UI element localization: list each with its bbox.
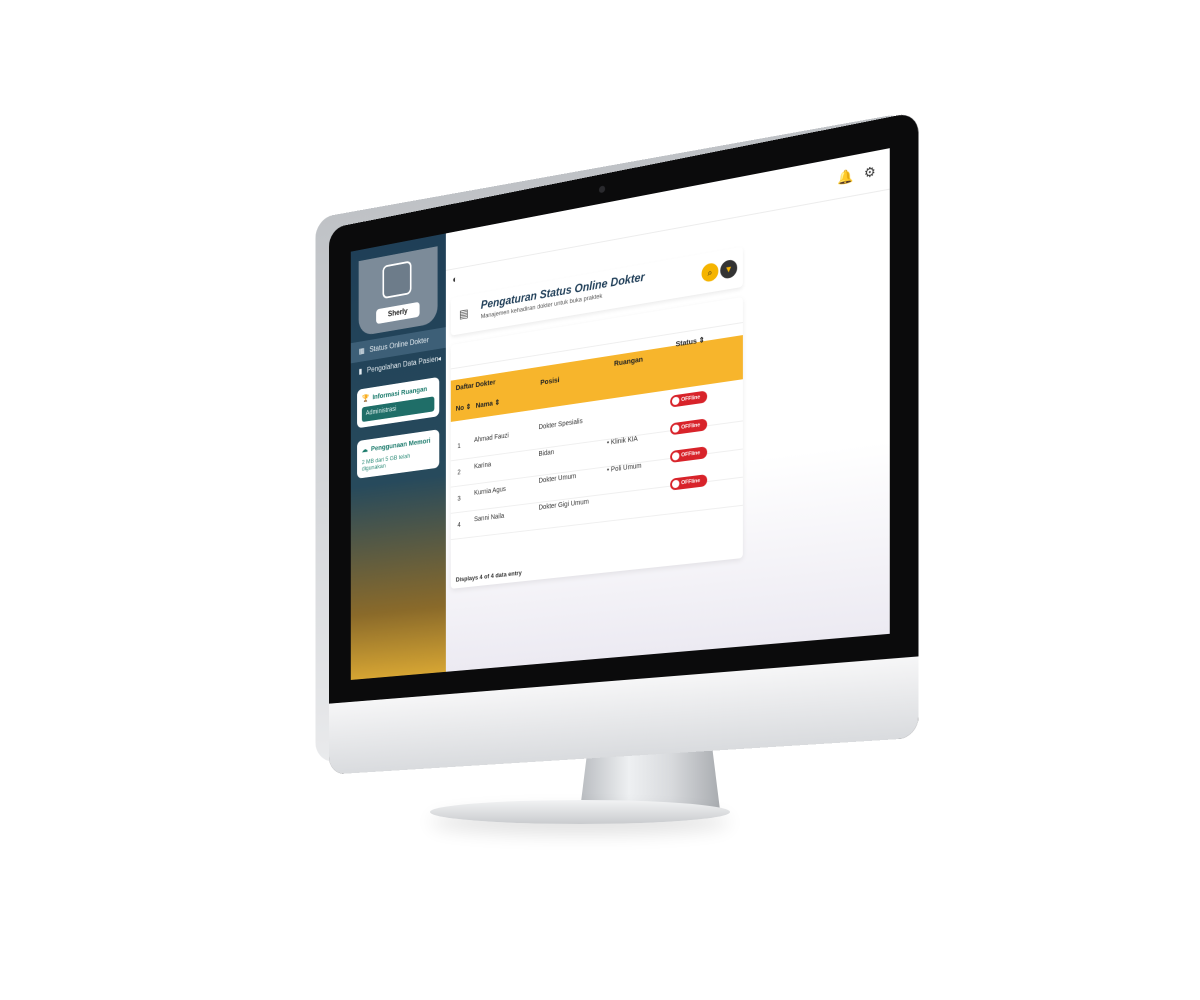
column-header-no[interactable]: No ⇕ <box>456 402 471 413</box>
monitor: 🔔 ⚙ Sherly ▦ Status Online Dokter ▮ Pengol… <box>328 111 919 775</box>
cell-nama: Sanni Naila <box>474 512 505 524</box>
bell-icon[interactable]: 🔔 <box>838 167 854 186</box>
toggle-sidebar-icon[interactable]: ◐ <box>452 274 457 285</box>
filter-button[interactable]: ▼ <box>720 258 738 280</box>
cell-nama: Karina <box>474 461 492 471</box>
search-icon: ⌕ <box>707 267 713 278</box>
memory-usage-text: 2 MB dari 5 GB telah digunakan <box>361 452 411 473</box>
camera-dot <box>598 185 606 194</box>
cell-no: 3 <box>457 495 461 503</box>
doctor-table-card: Daftar Dokter No ⇕ Nama ⇕ Posisi Ruangan… <box>450 296 743 589</box>
cloud-icon: ☁ <box>361 445 368 455</box>
profile-name: Sherly <box>376 301 420 325</box>
chevron-left-icon[interactable]: ◂ <box>438 349 441 370</box>
cell-posisi: Bidan <box>538 449 555 458</box>
cell-posisi: Dokter Spesialis <box>538 418 583 432</box>
monitor-stand-base <box>430 800 730 824</box>
profile-card: Sherly <box>358 246 438 337</box>
settings-icon[interactable]: ⚙ <box>864 163 876 182</box>
main-content: ◐ ▤ Pengaturan Status Online Dokter Mana… <box>446 190 890 672</box>
column-header-ruangan: Ruangan <box>614 354 643 368</box>
filter-icon: ▼ <box>724 263 733 275</box>
file-icon: ▮ <box>358 366 363 376</box>
cell-no: 2 <box>457 469 461 477</box>
search-button[interactable]: ⌕ <box>701 261 719 283</box>
sidebar: Sherly ▦ Status Online Dokter ▮ Pengolahan… <box>350 233 446 680</box>
id-card-icon: ▤ <box>459 306 469 322</box>
column-header-status[interactable]: Status ⇕ <box>676 335 705 348</box>
cell-posisi: Dokter Umum <box>538 473 577 485</box>
column-header-nama[interactable]: Nama ⇕ <box>476 398 500 410</box>
cell-nama: Ahmad Fauzi <box>474 432 509 444</box>
cell-no: 1 <box>457 443 461 451</box>
memory-usage-card: ☁ Penggunaan Memori 2 MB dari 5 GB telah … <box>357 429 440 479</box>
cell-no: 4 <box>457 522 461 529</box>
trophy-icon: 🏆 <box>361 393 370 403</box>
table-footer-info: Displays 4 of 4 data entry <box>455 569 522 584</box>
avatar[interactable] <box>382 260 412 300</box>
cell-nama: Kurnia Agus <box>474 486 506 497</box>
grid-icon: ▦ <box>358 346 365 356</box>
status-toggle[interactable]: OFFline <box>670 390 708 408</box>
column-header-posisi: Posisi <box>540 375 560 387</box>
table-title: Daftar Dokter <box>455 377 496 393</box>
room-info-card: 🏆 Informasi Ruangan Administrasi <box>357 376 440 429</box>
